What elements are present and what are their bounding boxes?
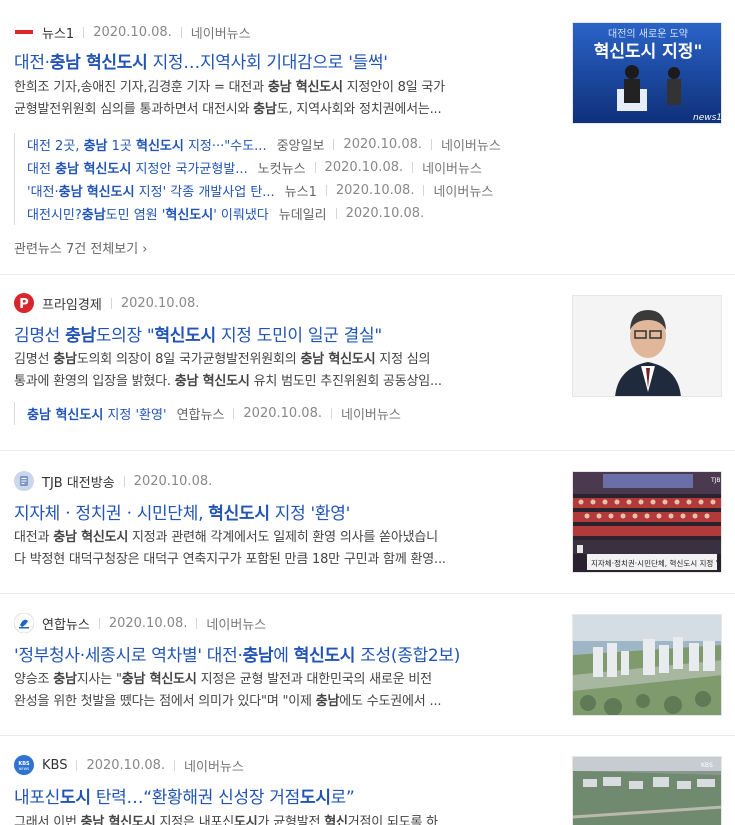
related-press[interactable]: 중앙일보 (277, 135, 325, 154)
svg-text:news1: news1 (693, 113, 722, 123)
naver-news-link[interactable]: 네이버뉴스 (191, 23, 251, 42)
news-item: KBS NEWS KBS 2020.10.08. 네이버뉴스 내포신도시 탄력…“… (0, 736, 735, 825)
related-date: 2020.10.08. (324, 160, 404, 175)
svg-text:혁신도시 지정": 혁신도시 지정" (594, 41, 703, 62)
related-news-list: 충남 혁신도시 지정 '환영' 연합뉴스 2020.10.08. 네이버뉴스 (14, 402, 554, 425)
news-item: 뉴스1 2020.10.08. 네이버뉴스 대전·충남 혁신도시 지정…지역사회… (0, 0, 735, 275)
news-item: TJB 대전방송 2020.10.08. 지자체ㆍ정치권ㆍ시민단체, 혁신도시 … (0, 451, 735, 594)
naver-news-link[interactable]: 네이버뉴스 (433, 181, 493, 200)
related-news-title[interactable]: 충남 혁신도시 지정 '환영' (27, 404, 167, 423)
related-press[interactable]: 뉴스1 (285, 181, 317, 200)
related-date: 2020.10.08. (343, 137, 422, 152)
divider (83, 26, 85, 38)
related-date: 2020.10.08. (345, 206, 425, 221)
news-thumbnail[interactable] (572, 614, 722, 716)
news-meta: P 프라임경제 2020.10.08. (14, 293, 199, 313)
naver-news-link[interactable]: 네이버뉴스 (184, 756, 244, 775)
news-thumbnail[interactable]: 지자체·정치권·시민단체, 혁신도시 지정 '환영' TJB (572, 471, 722, 573)
related-date: 2020.10.08. (243, 406, 322, 421)
related-news-title[interactable]: 대전 충남 혁신도시 지정안 국가균형발... (27, 158, 248, 177)
related-date: 2020.10.08. (335, 183, 415, 198)
related-press[interactable]: 뉴데일리 (279, 204, 327, 223)
news-title[interactable]: 대전·충남 혁신도시 지정…지역사회 기대감으로 '들썩' (14, 48, 554, 73)
news-date: 2020.10.08. (93, 24, 172, 40)
press-name[interactable]: 뉴스1 (42, 23, 74, 42)
press-name[interactable]: 프라임경제 (42, 294, 102, 313)
news-meta: 뉴스1 2020.10.08. 네이버뉴스 (14, 22, 251, 42)
naver-news-link[interactable]: 네이버뉴스 (422, 158, 482, 177)
press-name[interactable]: 연합뉴스 (42, 614, 90, 633)
news-date: 2020.10.08. (86, 757, 166, 773)
news-description: 대전과 충남 혁신도시 지정과 관련해 각계에서도 일제히 환영 의사를 쏟아냈… (14, 530, 446, 567)
news-item: 연합뉴스 2020.10.08. 네이버뉴스 '정부청사·세종시로 역차별' 대… (0, 594, 735, 736)
related-news-more-link[interactable]: 관련뉴스 7건 전체보기 › (14, 238, 148, 257)
news-title[interactable]: 내포신도시 탄력…“환황해권 신성장 거점도시로” (14, 783, 554, 808)
naver-news-link[interactable]: 네이버뉴스 (441, 135, 501, 154)
related-news-title[interactable]: '대전·충남 혁신도시 지정' 각종 개발사업 탄... (27, 181, 275, 200)
related-news-item: 대전 2곳, 충남 1곳 혁신도시 지정···"수도... 중앙일보 2020.… (27, 133, 554, 156)
related-press[interactable]: 노컷뉴스 (258, 158, 306, 177)
news-meta: TJB 대전방송 2020.10.08. (14, 471, 212, 491)
svg-text:P: P (19, 297, 29, 312)
yonhap-logo-icon (14, 613, 34, 633)
svg-text:KBS: KBS (701, 762, 713, 769)
news-date: 2020.10.08. (120, 295, 200, 311)
news-description: 양승조 충남지사는 "충남 혁신도시 지정은 균형 발전과 대한민국의 새로운 … (14, 672, 442, 709)
news-date: 2020.10.08. (133, 473, 213, 489)
news-list: 뉴스1 2020.10.08. 네이버뉴스 대전·충남 혁신도시 지정…지역사회… (0, 0, 735, 825)
news1-logo-icon (14, 22, 34, 42)
news-description: 한희조 기자,송애진 기자,김경훈 기자 = 대전과 충남 혁신도시 지정안이 … (14, 80, 445, 117)
press-name[interactable]: TJB 대전방송 (42, 472, 115, 491)
svg-text:대전의 새로운 도약: 대전의 새로운 도약 (608, 28, 688, 40)
related-news-item: 충남 혁신도시 지정 '환영' 연합뉴스 2020.10.08. 네이버뉴스 (27, 402, 554, 425)
news-title[interactable]: 김명선 충남도의장 "혁신도시 지정 도민이 일군 결실" (14, 321, 554, 346)
related-press[interactable]: 연합뉴스 (177, 404, 225, 423)
related-news-title[interactable]: 대전시민?충남도민 염원 '혁신도시' 이뤄냈다 (27, 204, 269, 223)
related-news-item: 대전시민?충남도민 염원 '혁신도시' 이뤄냈다 뉴데일리 2020.10.08… (27, 202, 554, 225)
news-thumbnail[interactable]: 대전의 새로운 도약 혁신도시 지정" news1 (572, 22, 722, 124)
news-meta: 연합뉴스 2020.10.08. 네이버뉴스 (14, 613, 266, 633)
prime-economy-logo-icon: P (14, 293, 34, 313)
news-item: P 프라임경제 2020.10.08. 김명선 충남도의장 "혁신도시 지정 도… (0, 275, 735, 451)
news-title[interactable]: '정부청사·세종시로 역차별' 대전·충남에 혁신도시 조성(종합2보) (14, 641, 554, 666)
news-date: 2020.10.08. (108, 615, 188, 631)
news-thumbnail[interactable] (572, 295, 722, 397)
svg-text:지자체·정치권·시민단체, 혁신도시 지정 '환영': 지자체·정치권·시민단체, 혁신도시 지정 '환영' (591, 558, 722, 568)
news-thumbnail[interactable]: KBS (572, 756, 722, 825)
news-description: 김명선 충남도의회 의장이 8일 국가균형발전위원회의 충남 혁신도시 지정 심… (14, 352, 442, 389)
svg-text:NEWS: NEWS (19, 767, 30, 771)
naver-news-link[interactable]: 네이버뉴스 (206, 614, 266, 633)
press-name[interactable]: KBS (42, 758, 67, 773)
related-news-item: 대전 충남 혁신도시 지정안 국가균형발... 노컷뉴스 2020.10.08.… (27, 156, 554, 179)
svg-text:TJB: TJB (710, 477, 721, 484)
related-news-item: '대전·충남 혁신도시 지정' 각종 개발사업 탄... 뉴스1 2020.10… (27, 179, 554, 202)
news-meta: KBS NEWS KBS 2020.10.08. 네이버뉴스 (14, 755, 244, 775)
news-title[interactable]: 지자체ㆍ정치권ㆍ시민단체, 혁신도시 지정 '환영' (14, 499, 554, 524)
divider (180, 26, 182, 38)
kbs-logo-icon: KBS NEWS (14, 755, 34, 775)
related-news-title[interactable]: 대전 2곳, 충남 1곳 혁신도시 지정···"수도... (27, 135, 267, 154)
news-description: 그래서 이번 충남 혁신도시 지정은 내포신도시가 균형발전 혁신거점이 되도록… (14, 815, 438, 825)
tjb-logo-icon (14, 471, 34, 491)
naver-news-link[interactable]: 네이버뉴스 (341, 404, 401, 423)
related-news-list: 대전 2곳, 충남 1곳 혁신도시 지정···"수도... 중앙일보 2020.… (14, 133, 554, 225)
